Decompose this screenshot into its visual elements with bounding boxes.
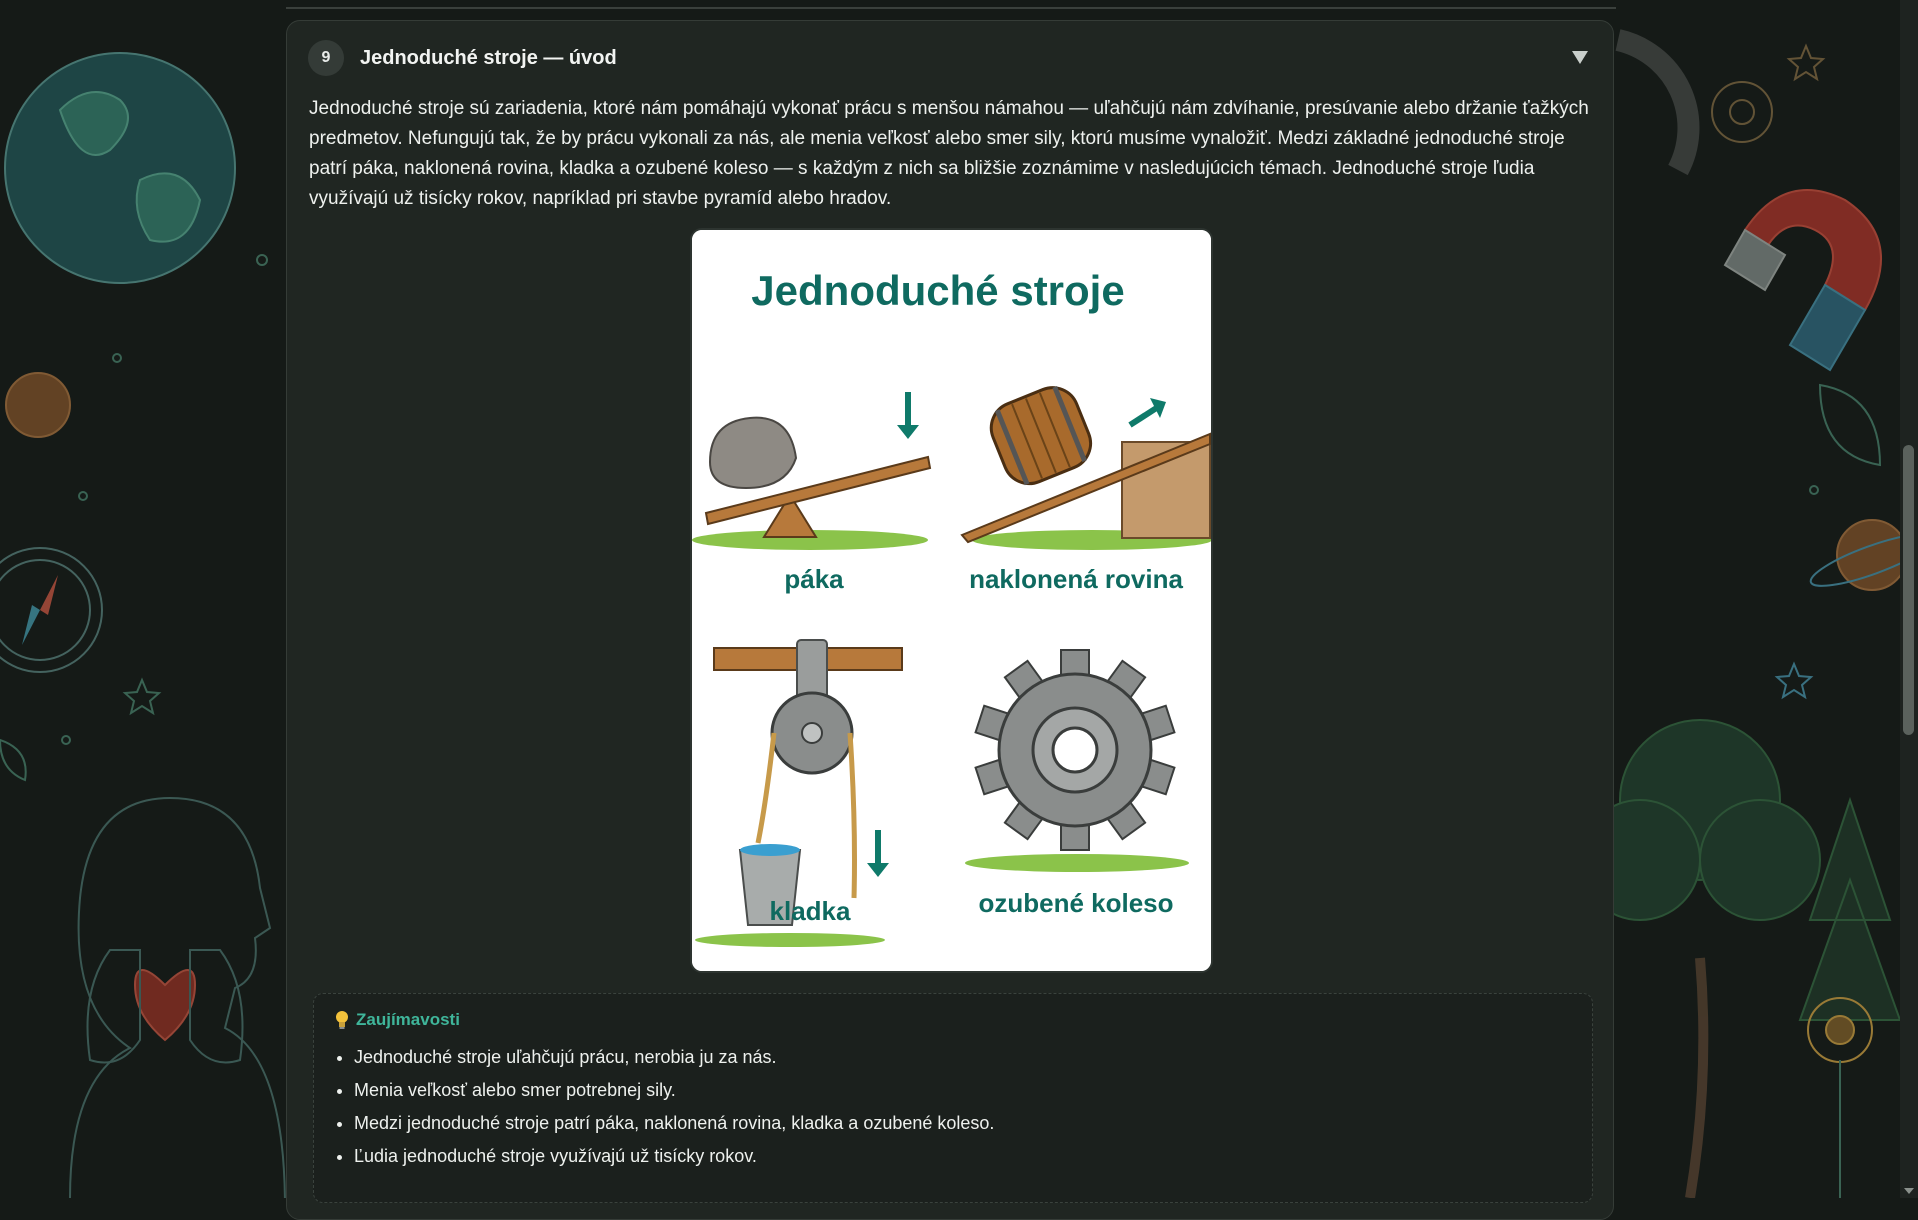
planet-icon [5,372,71,438]
triangle-down-icon [1572,51,1588,64]
fun-facts-title: Zaujímavosti [356,1010,460,1029]
lightbulb-icon [336,1011,348,1029]
list-item: Menia veľkosť alebo smer potrebnej sily. [354,1074,994,1107]
gear-label: ozubené koleso [978,888,1173,918]
section-card: 9 Jednoduché stroje — úvod Jednoduché st… [286,20,1614,1220]
fun-facts-header: Zaujímavosti [334,1010,460,1030]
section-intro-text: Jednoduché stroje sú zariadenia, ktoré n… [309,98,1589,209]
fun-facts-box: Zaujímavosti Jednoduché stroje uľahčujú … [313,993,1593,1203]
list-item: Medzi jednoduché stroje patrí páka, nakl… [354,1107,994,1140]
scrollbar-thumb[interactable] [1903,445,1914,735]
flower-icon [1807,997,1873,1198]
top-divider [286,7,1616,9]
heart-icon [133,969,197,1042]
leaf-icon [1818,383,1882,467]
section-title: Jednoduché stroje — úvod [360,47,617,69]
magnet-icon [1723,189,1882,372]
inclined-plane-label: naklonená rovina [969,564,1183,594]
compass-icon [0,547,103,673]
section-header[interactable]: 9 Jednoduché stroje — úvod [308,39,1592,79]
gear-icon [1711,81,1773,143]
scroll-down-arrow-icon[interactable] [1904,1188,1914,1194]
list-item: Ľudia jednoduché stroje využívajú už tis… [354,1140,994,1173]
lever-label: páka [784,564,844,594]
globe-icon [4,52,236,284]
fun-facts-list: Jednoduché stroje uľahčujú prácu, nerobi… [330,1041,994,1173]
vertical-scrollbar[interactable] [1900,0,1918,1198]
pulley-label: kladka [770,896,851,926]
simple-machines-illustration: Jednoduché stroje páka naklonená rovina … [690,228,1213,973]
tree-icon [1579,719,1902,1198]
list-item: Jednoduché stroje uľahčujú prácu, nerobi… [354,1041,994,1074]
section-number-badge: 9 [308,40,344,76]
illustration-title: Jednoduché stroje [751,267,1124,314]
collapse-toggle-button[interactable] [1568,45,1592,69]
